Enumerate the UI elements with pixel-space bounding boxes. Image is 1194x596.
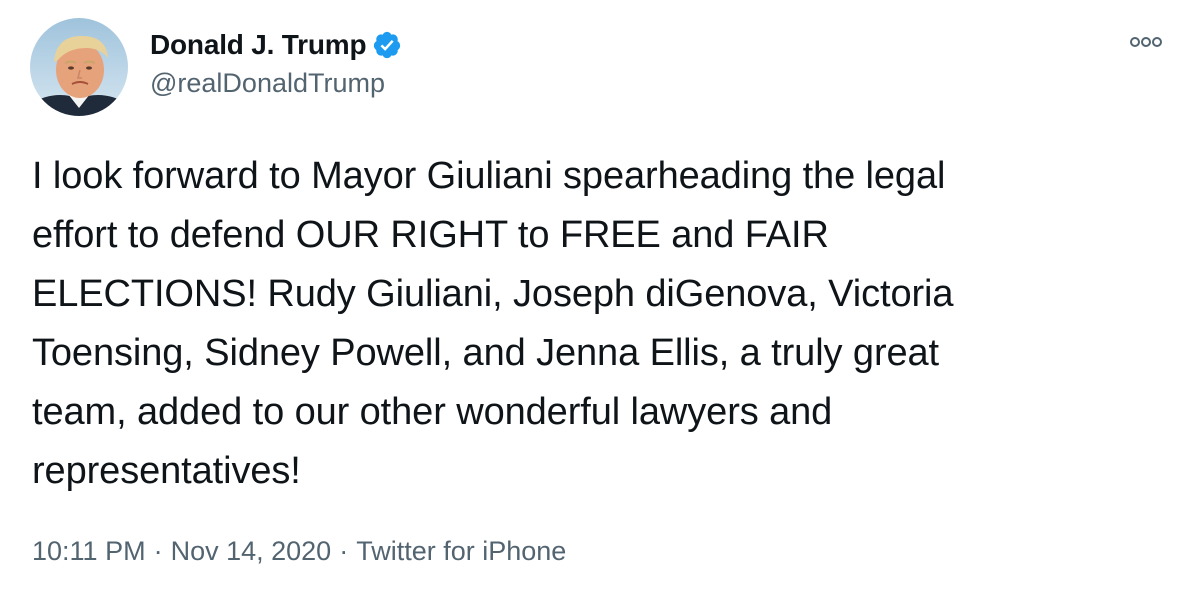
author-display-name[interactable]: Donald J. Trump (150, 29, 367, 61)
more-options-icon[interactable] (1126, 30, 1166, 54)
author-handle[interactable]: @realDonaldTrump (150, 68, 385, 99)
verified-badge-icon (372, 30, 402, 60)
avatar[interactable] (30, 18, 128, 116)
tweet-date[interactable]: Nov 14, 2020 (171, 536, 332, 567)
tweet-card: Donald J. Trump @realDonaldTrump I look … (0, 0, 1194, 596)
meta-separator: · (339, 536, 349, 566)
tweet-time[interactable]: 10:11 PM (32, 536, 146, 567)
tweet-source[interactable]: Twitter for iPhone (356, 536, 566, 567)
tweet-metadata: 10:11 PM · Nov 14, 2020 · Twitter for iP… (32, 536, 566, 567)
meta-separator: · (153, 536, 163, 566)
tweet-text: I look forward to Mayor Giuliani spearhe… (32, 155, 954, 492)
author-name-row: Donald J. Trump (150, 26, 402, 64)
avatar-image (30, 18, 128, 116)
